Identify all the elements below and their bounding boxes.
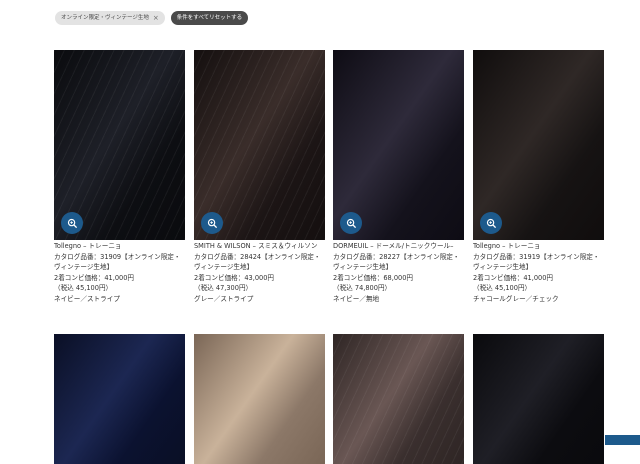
product-name[interactable]: Tollegno – トレーニョ xyxy=(473,241,604,252)
zoom-icon[interactable] xyxy=(61,212,83,234)
close-icon[interactable]: × xyxy=(153,11,159,25)
zoom-icon[interactable] xyxy=(201,212,223,234)
product-info: Tollegno – トレーニョ カタログ品番：31919【オンライン限定・ヴィ… xyxy=(473,240,604,304)
active-filter-chip[interactable]: オンライン限定・ヴィンテージ生地 × xyxy=(55,11,165,25)
fabric-image[interactable] xyxy=(333,50,464,240)
catalog-number: カタログ品番：31919【オンライン限定・ヴィンテージ生地】 xyxy=(473,252,600,272)
fabric-image[interactable] xyxy=(473,50,604,240)
zoom-icon[interactable] xyxy=(480,212,502,234)
tax-included-price: （税込 45,100円） xyxy=(473,284,532,292)
floating-action-button[interactable] xyxy=(605,435,640,445)
reset-filters-button[interactable]: 条件をすべてリセットする xyxy=(170,11,249,25)
product-info: SMITH & WILSON – スミス＆ウィルソン カタログ品番：28424【… xyxy=(194,240,325,304)
combo-price: 2着コンビ価格：41,000円 xyxy=(473,273,554,282)
product-info: Tollegno – トレーニョ カタログ品番：31909【オンライン限定・ヴィ… xyxy=(54,240,185,304)
product-card[interactable]: SMITH & WILSON – スミス＆ウィルソン カタログ品番：28424【… xyxy=(194,50,325,304)
product-card[interactable]: Tollegno – トレーニョ カタログ品番：31909【オンライン限定・ヴィ… xyxy=(54,50,185,304)
color-pattern: チャコールグレー／チェック xyxy=(473,294,559,303)
catalog-number: カタログ品番：28227【オンライン限定・ヴィンテージ生地】 xyxy=(333,252,460,272)
active-filter-label: オンライン限定・ヴィンテージ生地 xyxy=(61,15,149,21)
catalog-number: カタログ品番：28424【オンライン限定・ヴィンテージ生地】 xyxy=(194,252,321,272)
tax-included-price: （税込 47,300円） xyxy=(194,284,253,292)
catalog-number: カタログ品番：31909【オンライン限定・ヴィンテージ生地】 xyxy=(54,252,181,272)
color-pattern: グレー／ストライプ xyxy=(194,294,254,303)
zoom-icon[interactable] xyxy=(340,212,362,234)
combo-price: 2着コンビ価格：41,000円 xyxy=(54,273,135,282)
fabric-image[interactable] xyxy=(194,50,325,240)
product-name[interactable]: Tollegno – トレーニョ xyxy=(54,241,185,252)
tax-included-price: （税込 74,800円） xyxy=(333,284,392,292)
fabric-image[interactable] xyxy=(54,50,185,240)
combo-price: 2着コンビ価格：68,000円 xyxy=(333,273,414,282)
product-name[interactable]: SMITH & WILSON – スミス＆ウィルソン xyxy=(194,241,325,252)
tax-included-price: （税込 45,100円） xyxy=(54,284,113,292)
reset-filters-label: 条件をすべてリセットする xyxy=(176,15,243,21)
color-pattern: ネイビー／ストライプ xyxy=(54,294,120,303)
product-card[interactable]: DORMEUIL – ドーメル/トニックウール– カタログ品番：28227【オン… xyxy=(333,50,464,304)
product-info: DORMEUIL – ドーメル/トニックウール– カタログ品番：28227【オン… xyxy=(333,240,464,304)
product-card[interactable]: Tollegno – トレーニョ カタログ品番：31919【オンライン限定・ヴィ… xyxy=(473,50,604,304)
color-pattern: ネイビー／無地 xyxy=(333,294,380,303)
combo-price: 2着コンビ価格：43,000円 xyxy=(194,273,275,282)
filter-bar: オンライン限定・ヴィンテージ生地 × 条件をすべてリセットする xyxy=(55,11,249,25)
product-name[interactable]: DORMEUIL – ドーメル/トニックウール– xyxy=(333,241,464,252)
